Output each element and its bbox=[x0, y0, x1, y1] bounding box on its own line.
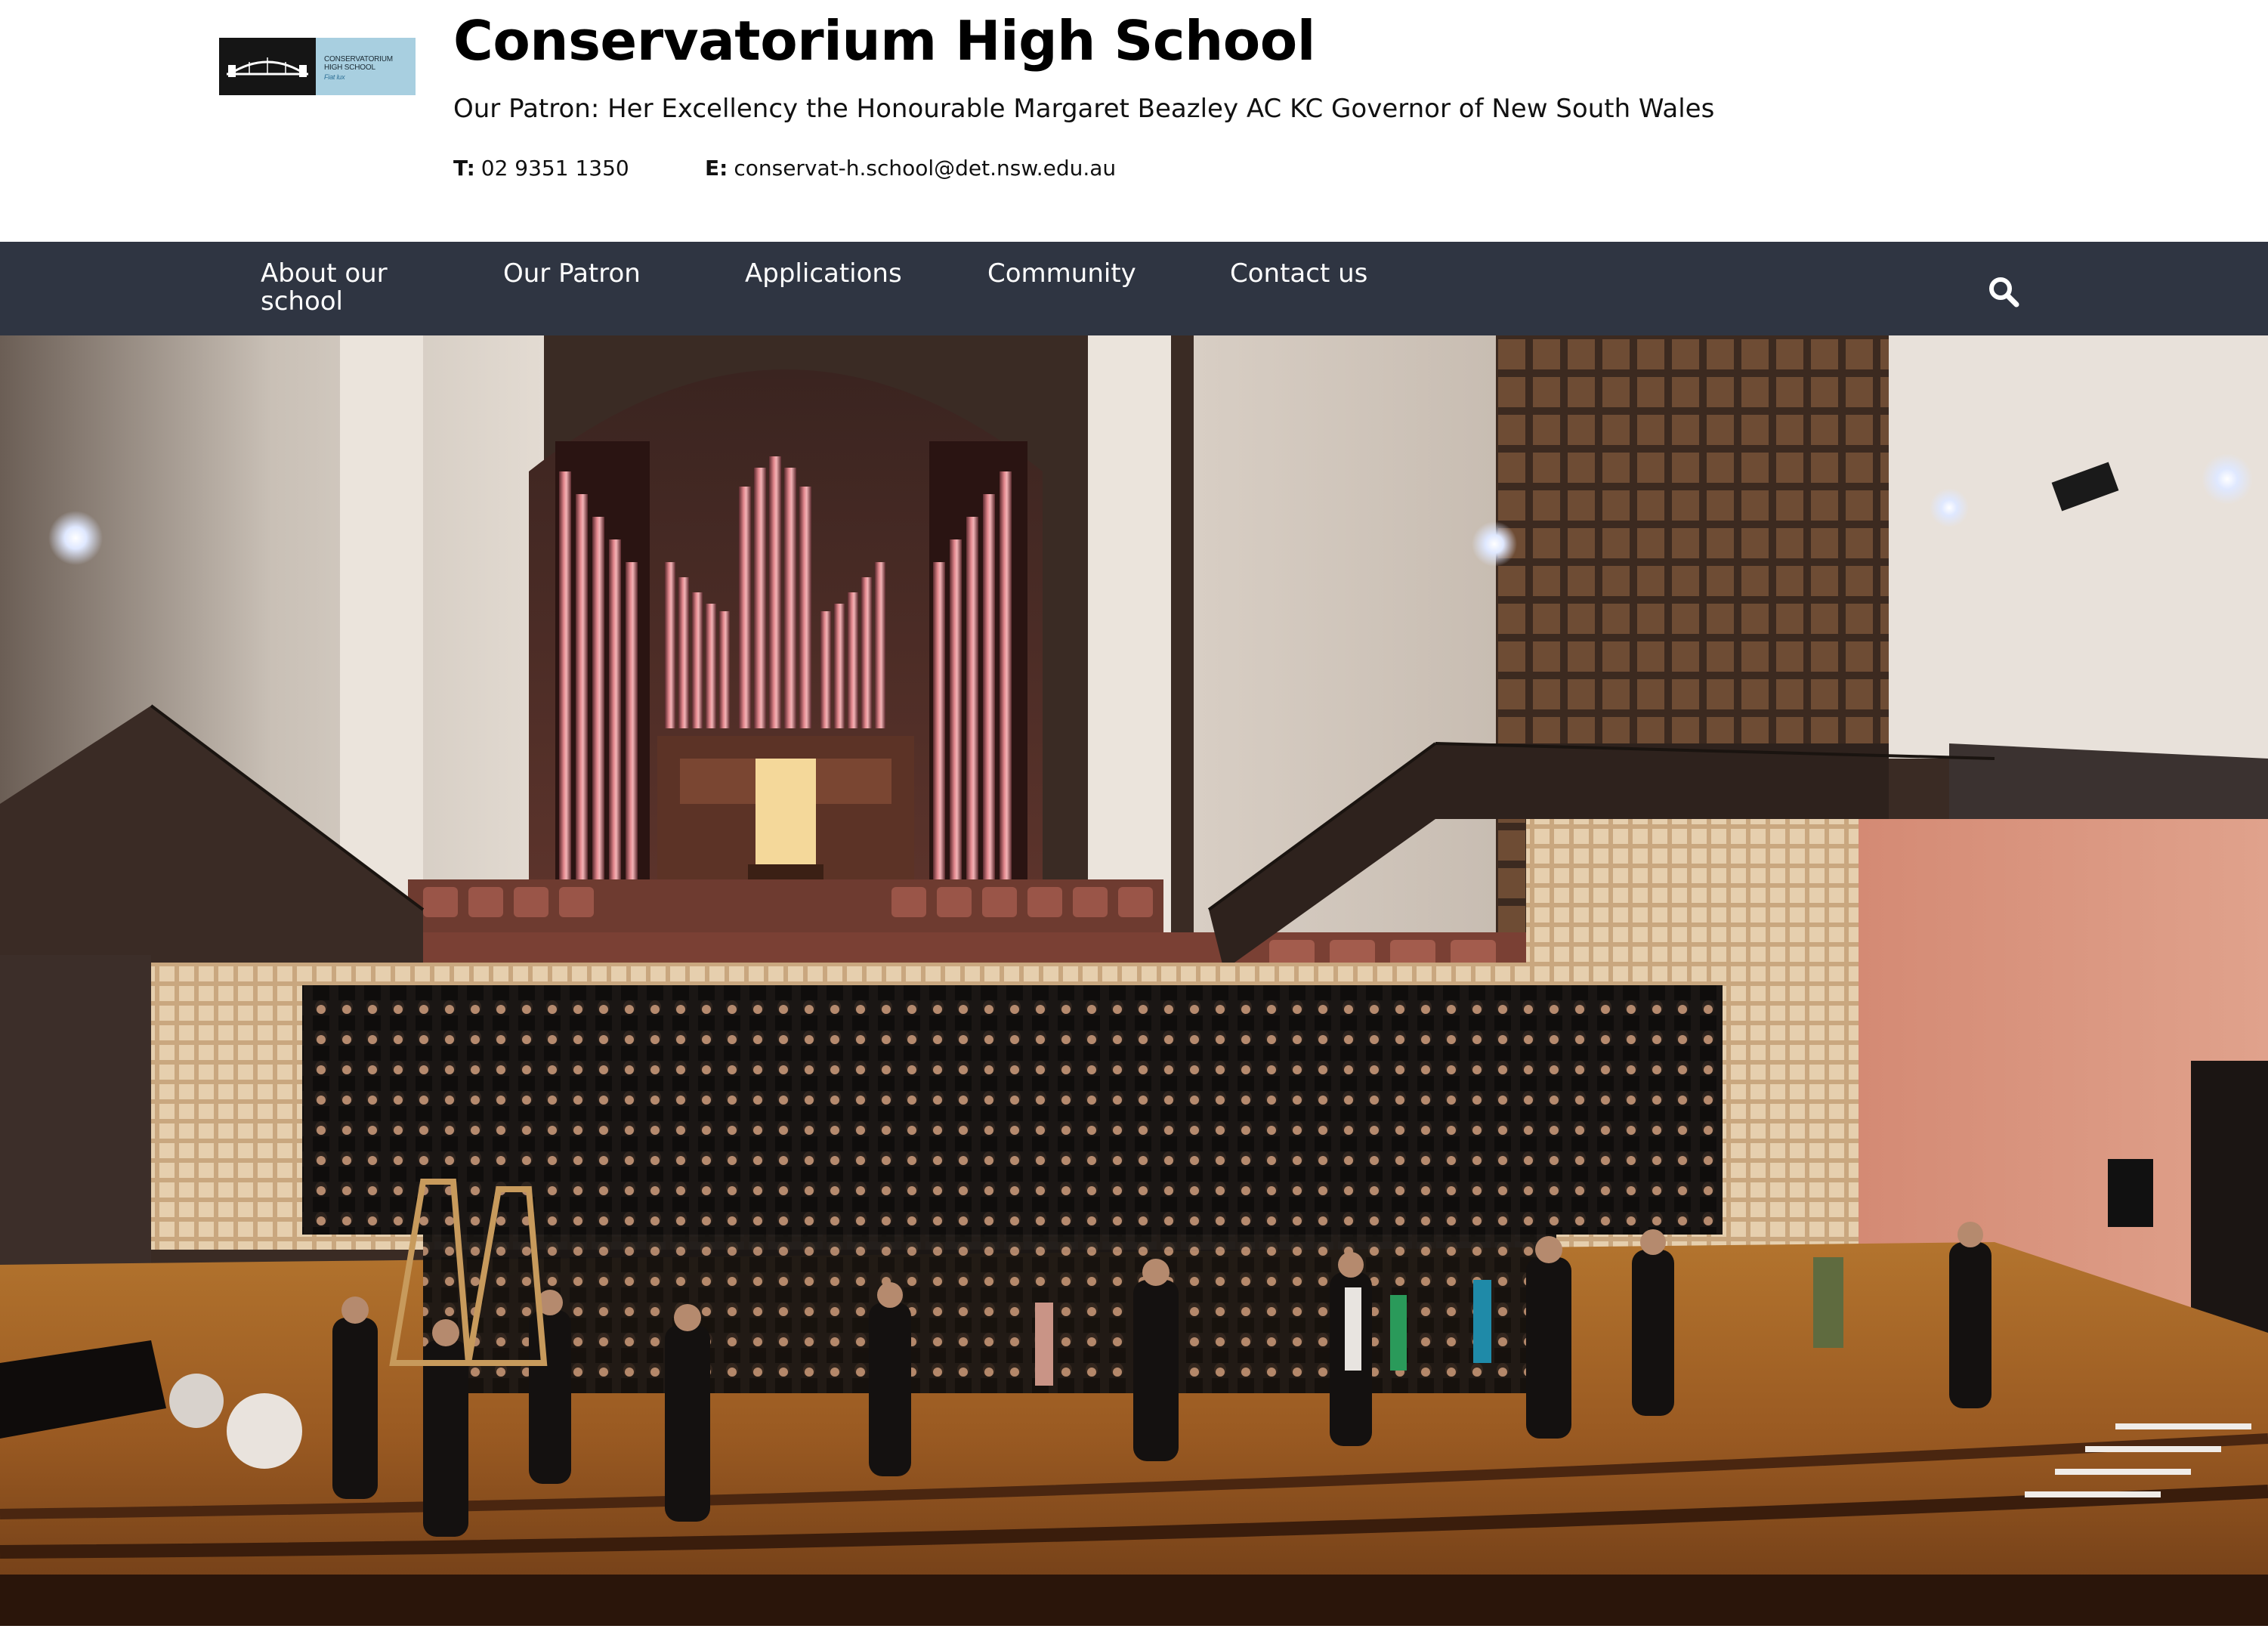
email-address[interactable]: conservat-h.school@det.nsw.edu.au bbox=[734, 156, 1116, 181]
phone-number[interactable]: 02 9351 1350 bbox=[481, 156, 629, 181]
logo-name-line-2: HIGH SCHOOL bbox=[324, 63, 375, 72]
logo-wordmark: CONSERVATORIUM HIGH SCHOOL Fiat lux bbox=[316, 38, 416, 95]
phone-label: T: bbox=[453, 156, 475, 181]
nav-item-applications[interactable]: Applications bbox=[745, 260, 902, 288]
school-logo[interactable]: CONSERVATORIUM HIGH SCHOOL Fiat lux bbox=[219, 38, 416, 95]
nav-item-about[interactable]: About our school bbox=[261, 260, 404, 316]
nav-item-our-patron[interactable]: Our Patron bbox=[503, 260, 641, 288]
site-title[interactable]: Conservatorium High School bbox=[453, 9, 1315, 73]
email-label: E: bbox=[705, 156, 728, 181]
nav-item-community[interactable]: Community bbox=[987, 260, 1136, 288]
logo-emblem bbox=[219, 38, 316, 95]
patron-line: Our Patron: Her Excellency the Honourabl… bbox=[453, 94, 1715, 124]
harbour-bridge-icon bbox=[227, 57, 308, 77]
search-button[interactable] bbox=[1987, 275, 2020, 308]
hero-image bbox=[0, 335, 2268, 1626]
logo-motto: Fiat lux bbox=[324, 73, 345, 81]
search-icon bbox=[1989, 277, 2019, 308]
contact-email: E: conservat-h.school@det.nsw.edu.au bbox=[705, 156, 1116, 181]
main-nav: About our school Our Patron Applications… bbox=[0, 242, 2268, 335]
contact-phone: T: 02 9351 1350 bbox=[453, 156, 629, 181]
site-header: CONSERVATORIUM HIGH SCHOOL Fiat lux Cons… bbox=[0, 0, 2268, 242]
nav-item-contact-us[interactable]: Contact us bbox=[1230, 260, 1367, 288]
concert-hall-photo bbox=[0, 335, 2268, 1626]
logo-name-line-1: CONSERVATORIUM bbox=[324, 55, 393, 63]
